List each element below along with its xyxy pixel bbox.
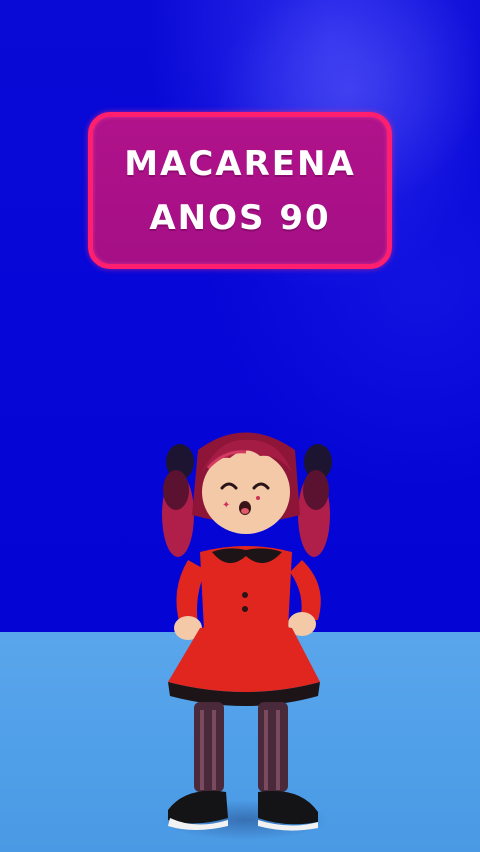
avatar-shoe-right [258,790,318,831]
avatar-leg-left [194,702,224,792]
avatar-head: ✦ [202,439,292,534]
svg-text:✦: ✦ [222,500,230,511]
dancing-avatar: ✦ [150,420,340,840]
avatar-torso [200,546,292,634]
title-card: MACARENA ANOS 90 [88,112,392,269]
avatar-leg-right [258,702,288,792]
hair-pigtail-right [298,444,332,557]
avatar-shoe-left [168,790,228,830]
avatar-figure: ✦ [162,432,332,831]
game-scene: MACARENA ANOS 90 ✦ [0,0,480,852]
hair-pigtail-left [162,444,194,557]
avatar-arm-right [288,560,321,636]
title-line-1: MACARENA [124,143,356,184]
title-line-2: ANOS 90 [149,197,331,238]
